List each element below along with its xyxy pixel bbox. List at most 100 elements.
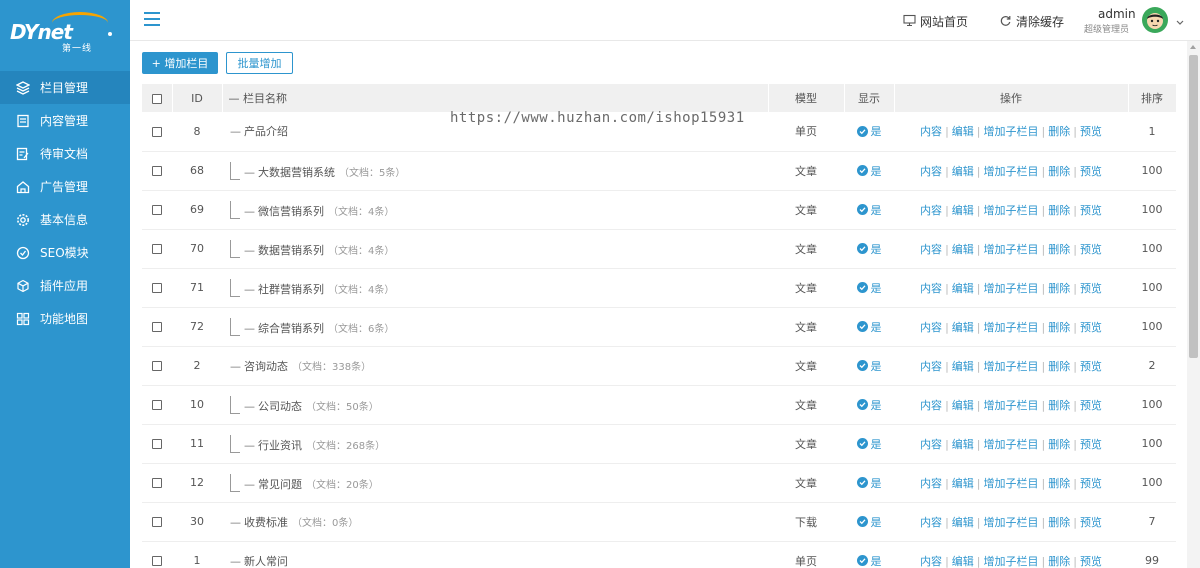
user-name[interactable]: admin xyxy=(1098,7,1136,21)
row-checkbox[interactable] xyxy=(152,126,162,137)
op-link[interactable]: 删除 xyxy=(1048,282,1070,295)
op-link[interactable]: 预览 xyxy=(1080,204,1102,217)
row-checkbox[interactable] xyxy=(152,283,162,293)
op-link[interactable]: 预览 xyxy=(1080,555,1102,568)
op-link[interactable]: 编辑 xyxy=(952,477,974,490)
scrollbar-thumb[interactable] xyxy=(1189,55,1198,358)
op-link[interactable]: 删除 xyxy=(1048,204,1070,217)
op-link[interactable]: 编辑 xyxy=(952,125,974,138)
avatar[interactable] xyxy=(1142,7,1168,33)
op-link[interactable]: 删除 xyxy=(1048,165,1070,178)
op-link[interactable]: 增加子栏目 xyxy=(984,243,1039,256)
row-checkbox[interactable] xyxy=(152,517,162,527)
row-checkbox[interactable] xyxy=(152,400,162,410)
op-link[interactable]: 预览 xyxy=(1080,399,1102,412)
op-link[interactable]: 增加子栏目 xyxy=(984,165,1039,178)
show-toggle[interactable]: 是 xyxy=(856,553,882,568)
row-checkbox[interactable] xyxy=(152,205,162,215)
op-link[interactable]: 删除 xyxy=(1048,399,1070,412)
hamburger-menu-icon[interactable] xyxy=(144,12,160,26)
sidebar-item-column[interactable]: 栏目管理 xyxy=(0,71,130,104)
op-link[interactable]: 增加子栏目 xyxy=(984,516,1039,529)
op-link[interactable]: 内容 xyxy=(920,282,942,295)
op-link[interactable]: 内容 xyxy=(920,165,942,178)
chevron-down-icon[interactable] xyxy=(1176,16,1184,29)
op-link[interactable]: 预览 xyxy=(1080,282,1102,295)
site-home-link[interactable]: 网站首页 xyxy=(903,13,968,30)
sidebar-item-feature-map[interactable]: 功能地图 xyxy=(0,302,130,335)
op-link[interactable]: 预览 xyxy=(1080,438,1102,451)
row-checkbox[interactable] xyxy=(152,361,162,371)
op-link[interactable]: 内容 xyxy=(920,243,942,256)
vertical-scrollbar[interactable] xyxy=(1187,41,1200,568)
op-link[interactable]: 编辑 xyxy=(952,438,974,451)
op-link[interactable]: 删除 xyxy=(1048,125,1070,138)
op-link[interactable]: 编辑 xyxy=(952,516,974,529)
sidebar-item-plugins[interactable]: 插件应用 xyxy=(0,269,130,302)
op-link[interactable]: 内容 xyxy=(920,438,942,451)
row-checkbox[interactable] xyxy=(152,322,162,332)
op-link[interactable]: 删除 xyxy=(1048,243,1070,256)
sidebar-item-seo[interactable]: SEO模块 xyxy=(0,236,130,269)
show-toggle[interactable]: 是 xyxy=(856,436,882,452)
op-link[interactable]: 编辑 xyxy=(952,204,974,217)
op-link[interactable]: 删除 xyxy=(1048,321,1070,334)
op-link[interactable]: 增加子栏目 xyxy=(984,399,1039,412)
op-link[interactable]: 增加子栏目 xyxy=(984,477,1039,490)
op-link[interactable]: 增加子栏目 xyxy=(984,204,1039,217)
sidebar-item-content[interactable]: 内容管理 xyxy=(0,104,130,137)
sidebar-item-basic-info[interactable]: 基本信息 xyxy=(0,203,130,236)
sidebar-item-ads[interactable]: 广告管理 xyxy=(0,170,130,203)
add-column-button[interactable]: + 增加栏目 xyxy=(142,52,218,74)
op-link[interactable]: 编辑 xyxy=(952,555,974,568)
op-link[interactable]: 编辑 xyxy=(952,360,974,373)
show-toggle[interactable]: 是 xyxy=(856,397,882,413)
row-checkbox[interactable] xyxy=(152,166,162,176)
op-link[interactable]: 编辑 xyxy=(952,282,974,295)
batch-add-button[interactable]: 批量增加 xyxy=(226,52,293,74)
op-link[interactable]: 预览 xyxy=(1080,516,1102,529)
op-link[interactable]: 内容 xyxy=(920,555,942,568)
op-link[interactable]: 删除 xyxy=(1048,516,1070,529)
op-link[interactable]: 删除 xyxy=(1048,360,1070,373)
show-toggle[interactable]: 是 xyxy=(856,319,882,335)
op-link[interactable]: 增加子栏目 xyxy=(984,282,1039,295)
show-toggle[interactable]: 是 xyxy=(856,163,882,179)
sidebar-item-pending[interactable]: 待审文档 xyxy=(0,137,130,170)
show-toggle[interactable]: 是 xyxy=(856,241,882,257)
op-link[interactable]: 内容 xyxy=(920,477,942,490)
op-link[interactable]: 预览 xyxy=(1080,125,1102,138)
row-checkbox[interactable] xyxy=(152,556,162,566)
op-link[interactable]: 删除 xyxy=(1048,477,1070,490)
op-link[interactable]: 编辑 xyxy=(952,321,974,334)
op-link[interactable]: 增加子栏目 xyxy=(984,125,1039,138)
op-link[interactable]: 增加子栏目 xyxy=(984,438,1039,451)
op-link[interactable]: 预览 xyxy=(1080,321,1102,334)
op-link[interactable]: 内容 xyxy=(920,321,942,334)
op-link[interactable]: 预览 xyxy=(1080,165,1102,178)
show-toggle[interactable]: 是 xyxy=(856,514,882,530)
show-toggle[interactable]: 是 xyxy=(856,475,882,491)
op-link[interactable]: 编辑 xyxy=(952,165,974,178)
op-link[interactable]: 内容 xyxy=(920,125,942,138)
clear-cache-link[interactable]: 清除缓存 xyxy=(999,13,1064,30)
op-link[interactable]: 编辑 xyxy=(952,243,974,256)
show-toggle[interactable]: 是 xyxy=(856,202,882,218)
op-link[interactable]: 内容 xyxy=(920,360,942,373)
show-toggle[interactable]: 是 xyxy=(856,280,882,296)
row-checkbox[interactable] xyxy=(152,244,162,254)
show-toggle[interactable]: 是 xyxy=(856,358,882,374)
show-toggle[interactable]: 是 xyxy=(856,123,882,139)
op-link[interactable]: 内容 xyxy=(920,516,942,529)
logo[interactable]: DYnet 第一线 xyxy=(8,12,123,57)
op-link[interactable]: 预览 xyxy=(1080,477,1102,490)
op-link[interactable]: 增加子栏目 xyxy=(984,555,1039,568)
op-link[interactable]: 编辑 xyxy=(952,399,974,412)
op-link[interactable]: 预览 xyxy=(1080,243,1102,256)
op-link[interactable]: 内容 xyxy=(920,204,942,217)
select-all-checkbox[interactable] xyxy=(151,93,162,104)
op-link[interactable]: 增加子栏目 xyxy=(984,360,1039,373)
op-link[interactable]: 预览 xyxy=(1080,360,1102,373)
op-link[interactable]: 增加子栏目 xyxy=(984,321,1039,334)
op-link[interactable]: 删除 xyxy=(1048,555,1070,568)
